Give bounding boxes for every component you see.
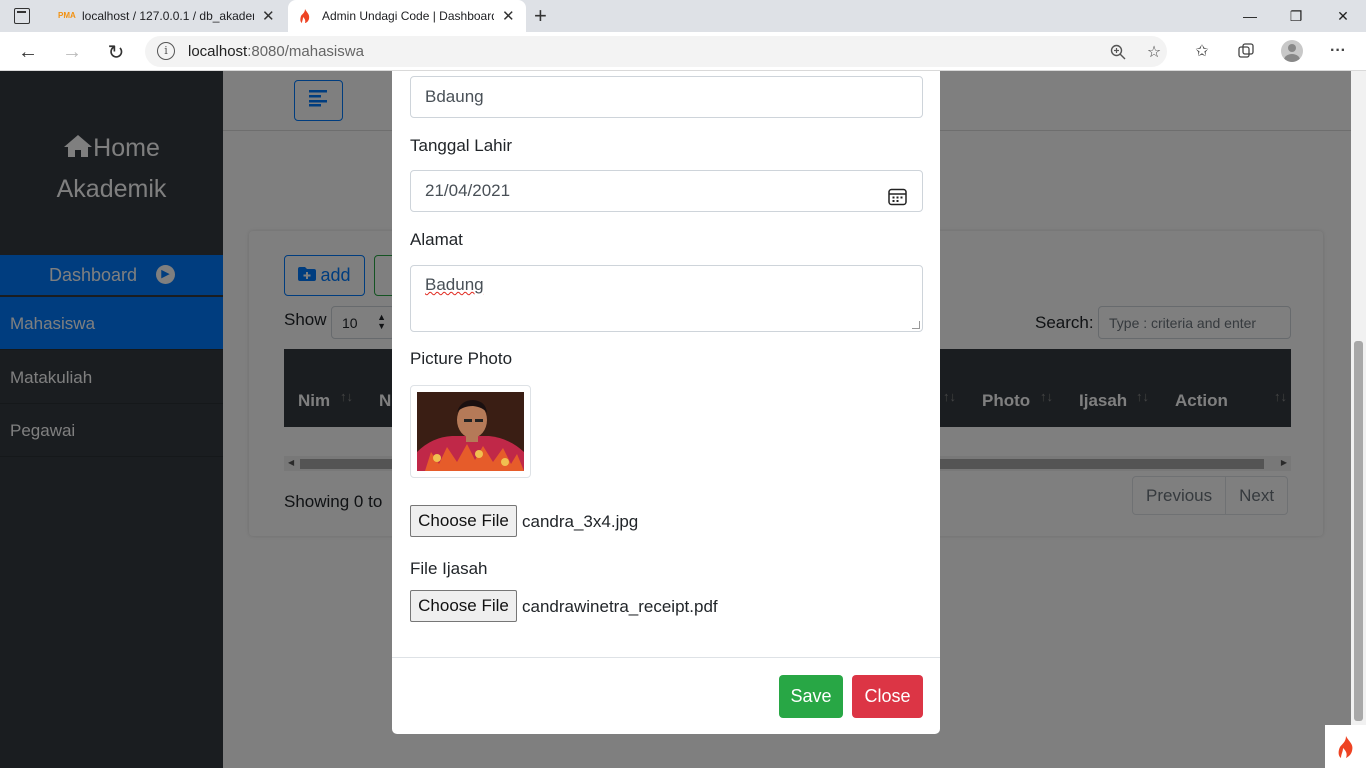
url-field[interactable]: i localhost:8080/mahasiswa ☆ <box>145 36 1167 67</box>
forward-button[interactable]: → <box>56 36 88 68</box>
back-button[interactable]: ← <box>12 36 44 68</box>
calendar-icon[interactable] <box>888 181 907 221</box>
close-button[interactable]: Close <box>852 675 923 718</box>
favorites-icon[interactable]: ✩ <box>1190 39 1214 63</box>
alamat-label: Alamat <box>410 230 463 249</box>
page-viewport: Home Akademik Dashboard ▶ Mahasiswa Mata… <box>0 71 1366 768</box>
picture-photo-label: Picture Photo <box>410 349 513 368</box>
tab-close-icon[interactable]: ✕ <box>502 7 515 25</box>
tab-actions-icon[interactable] <box>14 8 30 24</box>
browser-menu-icon[interactable]: ··· <box>1326 39 1350 63</box>
new-tab-button[interactable]: + <box>534 3 547 29</box>
window-close-button[interactable]: ✕ <box>1320 0 1366 32</box>
modal-footer-divider <box>392 657 940 658</box>
tab-admin-dashboard[interactable]: Admin Undagi Code | Dashboard ✕ <box>288 0 526 32</box>
add-favorite-icon[interactable]: ☆ <box>1142 40 1166 64</box>
tab-phpmyadmin[interactable]: PMA localhost / 127.0.0.1 / db_akademik … <box>48 0 286 32</box>
tempat-lahir-input[interactable]: Bdaung <box>410 76 923 118</box>
tab-title: Admin Undagi Code | Dashboard <box>322 9 494 23</box>
window-restore-button[interactable]: ❐ <box>1273 0 1319 32</box>
tanggal-lahir-label: Tanggal Lahir <box>410 136 513 155</box>
ijasah-choose-file-button[interactable]: Choose File <box>410 590 517 622</box>
url-text: localhost:8080/mahasiswa <box>188 43 364 60</box>
profile-avatar-icon[interactable] <box>1280 39 1304 63</box>
zoom-icon[interactable] <box>1106 40 1130 64</box>
address-bar: ← → ↻ i localhost:8080/mahasiswa ☆ ✩ ··· <box>0 32 1366 71</box>
ijasah-file-name: candrawinetra_receipt.pdf <box>522 597 718 616</box>
codeigniter-favicon-icon <box>298 8 314 24</box>
reload-button[interactable]: ↻ <box>100 36 132 68</box>
save-button[interactable]: Save <box>779 675 843 718</box>
photo-choose-file-button[interactable]: Choose File <box>410 505 517 537</box>
resize-grip-icon[interactable] <box>912 321 920 329</box>
browser-tab-strip: PMA localhost / 127.0.0.1 / db_akademik … <box>0 0 1366 32</box>
codeigniter-toolbar-icon[interactable] <box>1325 725 1366 768</box>
tab-close-icon[interactable]: ✕ <box>262 7 275 25</box>
alamat-textarea[interactable]: Badung <box>410 265 923 332</box>
file-ijasah-label: File Ijasah <box>410 559 488 578</box>
window-minimize-button[interactable]: — <box>1227 0 1273 32</box>
profile-photo-image <box>417 392 524 471</box>
photo-preview <box>410 385 531 478</box>
phpmyadmin-favicon-icon: PMA <box>58 11 76 20</box>
collections-icon[interactable] <box>1234 39 1258 63</box>
tanggal-lahir-input[interactable]: 21/04/2021 <box>410 170 923 212</box>
photo-file-name: candra_3x4.jpg <box>522 512 639 531</box>
tab-title: localhost / 127.0.0.1 / db_akademik <box>82 9 254 23</box>
edit-mahasiswa-modal: Bdaung Tanggal Lahir 21/04/2021 Alamat B… <box>392 71 940 734</box>
page-vertical-scrollbar[interactable] <box>1351 71 1366 768</box>
site-info-icon[interactable]: i <box>157 42 175 60</box>
